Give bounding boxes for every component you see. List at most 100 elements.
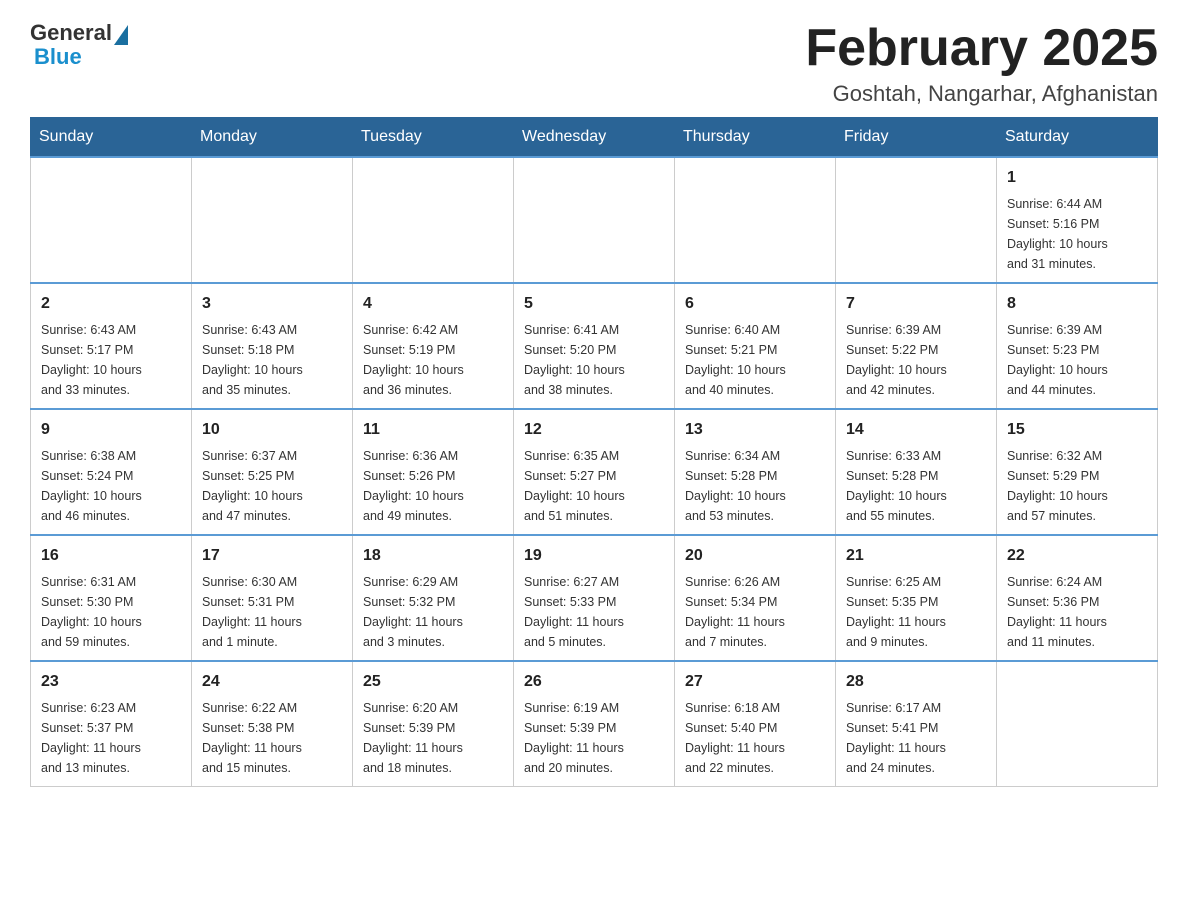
week-row-3: 9 Sunrise: 6:38 AMSunset: 5:24 PMDaylight… bbox=[31, 409, 1158, 535]
day-number: 10 bbox=[202, 418, 342, 442]
calendar-cell: 10 Sunrise: 6:37 AMSunset: 5:25 PMDayligh… bbox=[192, 409, 353, 535]
day-number: 1 bbox=[1007, 166, 1147, 190]
calendar-table: SundayMondayTuesdayWednesdayThursdayFrid… bbox=[30, 117, 1158, 787]
day-info: Sunrise: 6:24 AMSunset: 5:36 PMDaylight:… bbox=[1007, 572, 1147, 652]
calendar-cell: 4Sunrise: 6:42 AMSunset: 5:19 PMDaylight… bbox=[353, 283, 514, 409]
calendar-cell: 20 Sunrise: 6:26 AMSunset: 5:34 PMDayligh… bbox=[675, 535, 836, 661]
logo: General Blue bbox=[30, 20, 128, 70]
calendar-cell: 23 Sunrise: 6:23 AMSunset: 5:37 PMDayligh… bbox=[31, 661, 192, 787]
weekday-header-thursday: Thursday bbox=[675, 118, 836, 158]
day-info: Sunrise: 6:37 AMSunset: 5:25 PMDaylight:… bbox=[202, 446, 342, 526]
calendar-cell bbox=[353, 157, 514, 283]
day-info: Sunrise: 6:34 AMSunset: 5:28 PMDaylight:… bbox=[685, 446, 825, 526]
calendar-cell: 3 Sunrise: 6:43 AMSunset: 5:18 PMDaylight… bbox=[192, 283, 353, 409]
day-number: 13 bbox=[685, 418, 825, 442]
day-info: Sunrise: 6:44 AMSunset: 5:16 PMDaylight:… bbox=[1007, 194, 1147, 274]
calendar-cell: 25Sunrise: 6:20 AMSunset: 5:39 PMDayligh… bbox=[353, 661, 514, 787]
calendar-cell: 12Sunrise: 6:35 AMSunset: 5:27 PMDayligh… bbox=[514, 409, 675, 535]
day-info: Sunrise: 6:43 AMSunset: 5:17 PMDaylight:… bbox=[41, 320, 181, 400]
day-number: 9 bbox=[41, 418, 181, 442]
day-number: 28 bbox=[846, 670, 986, 694]
calendar-cell: 24 Sunrise: 6:22 AMSunset: 5:38 PMDayligh… bbox=[192, 661, 353, 787]
weekday-header-row: SundayMondayTuesdayWednesdayThursdayFrid… bbox=[31, 118, 1158, 158]
week-row-5: 23 Sunrise: 6:23 AMSunset: 5:37 PMDayligh… bbox=[31, 661, 1158, 787]
calendar-cell: 18 Sunrise: 6:29 AMSunset: 5:32 PMDayligh… bbox=[353, 535, 514, 661]
day-info: Sunrise: 6:26 AMSunset: 5:34 PMDaylight:… bbox=[685, 572, 825, 652]
day-info: Sunrise: 6:38 AMSunset: 5:24 PMDaylight:… bbox=[41, 446, 181, 526]
calendar-cell: 14 Sunrise: 6:33 AMSunset: 5:28 PMDayligh… bbox=[836, 409, 997, 535]
day-number: 22 bbox=[1007, 544, 1147, 568]
day-info: Sunrise: 6:20 AMSunset: 5:39 PMDaylight:… bbox=[363, 698, 503, 778]
day-number: 5 bbox=[524, 292, 664, 316]
weekday-header-tuesday: Tuesday bbox=[353, 118, 514, 158]
calendar-cell: 27 Sunrise: 6:18 AMSunset: 5:40 PMDayligh… bbox=[675, 661, 836, 787]
day-number: 6 bbox=[685, 292, 825, 316]
day-info: Sunrise: 6:22 AMSunset: 5:38 PMDaylight:… bbox=[202, 698, 342, 778]
week-row-4: 16 Sunrise: 6:31 AMSunset: 5:30 PMDayligh… bbox=[31, 535, 1158, 661]
calendar-subtitle: Goshtah, Nangarhar, Afghanistan bbox=[805, 81, 1158, 107]
calendar-cell: 11Sunrise: 6:36 AMSunset: 5:26 PMDayligh… bbox=[353, 409, 514, 535]
day-info: Sunrise: 6:31 AMSunset: 5:30 PMDaylight:… bbox=[41, 572, 181, 652]
day-number: 27 bbox=[685, 670, 825, 694]
day-number: 14 bbox=[846, 418, 986, 442]
calendar-cell: 15Sunrise: 6:32 AMSunset: 5:29 PMDayligh… bbox=[997, 409, 1158, 535]
calendar-cell bbox=[836, 157, 997, 283]
day-info: Sunrise: 6:29 AMSunset: 5:32 PMDaylight:… bbox=[363, 572, 503, 652]
weekday-header-friday: Friday bbox=[836, 118, 997, 158]
calendar-cell: 8 Sunrise: 6:39 AMSunset: 5:23 PMDaylight… bbox=[997, 283, 1158, 409]
calendar-cell: 16 Sunrise: 6:31 AMSunset: 5:30 PMDayligh… bbox=[31, 535, 192, 661]
day-number: 8 bbox=[1007, 292, 1147, 316]
weekday-header-monday: Monday bbox=[192, 118, 353, 158]
day-number: 15 bbox=[1007, 418, 1147, 442]
weekday-header-sunday: Sunday bbox=[31, 118, 192, 158]
day-info: Sunrise: 6:41 AMSunset: 5:20 PMDaylight:… bbox=[524, 320, 664, 400]
day-number: 3 bbox=[202, 292, 342, 316]
day-number: 16 bbox=[41, 544, 181, 568]
day-info: Sunrise: 6:25 AMSunset: 5:35 PMDaylight:… bbox=[846, 572, 986, 652]
day-info: Sunrise: 6:39 AMSunset: 5:22 PMDaylight:… bbox=[846, 320, 986, 400]
day-info: Sunrise: 6:23 AMSunset: 5:37 PMDaylight:… bbox=[41, 698, 181, 778]
calendar-cell: 2 Sunrise: 6:43 AMSunset: 5:17 PMDaylight… bbox=[31, 283, 192, 409]
day-info: Sunrise: 6:33 AMSunset: 5:28 PMDaylight:… bbox=[846, 446, 986, 526]
calendar-cell: 26 Sunrise: 6:19 AMSunset: 5:39 PMDayligh… bbox=[514, 661, 675, 787]
day-info: Sunrise: 6:17 AMSunset: 5:41 PMDaylight:… bbox=[846, 698, 986, 778]
day-info: Sunrise: 6:30 AMSunset: 5:31 PMDaylight:… bbox=[202, 572, 342, 652]
day-number: 19 bbox=[524, 544, 664, 568]
day-number: 17 bbox=[202, 544, 342, 568]
day-info: Sunrise: 6:18 AMSunset: 5:40 PMDaylight:… bbox=[685, 698, 825, 778]
calendar-cell: 17 Sunrise: 6:30 AMSunset: 5:31 PMDayligh… bbox=[192, 535, 353, 661]
day-number: 4 bbox=[363, 292, 503, 316]
weekday-header-wednesday: Wednesday bbox=[514, 118, 675, 158]
week-row-1: 1 Sunrise: 6:44 AMSunset: 5:16 PMDaylight… bbox=[31, 157, 1158, 283]
day-info: Sunrise: 6:40 AMSunset: 5:21 PMDaylight:… bbox=[685, 320, 825, 400]
calendar-cell bbox=[675, 157, 836, 283]
day-info: Sunrise: 6:39 AMSunset: 5:23 PMDaylight:… bbox=[1007, 320, 1147, 400]
day-number: 21 bbox=[846, 544, 986, 568]
calendar-cell bbox=[31, 157, 192, 283]
calendar-cell: 6 Sunrise: 6:40 AMSunset: 5:21 PMDaylight… bbox=[675, 283, 836, 409]
day-number: 23 bbox=[41, 670, 181, 694]
calendar-cell: 9 Sunrise: 6:38 AMSunset: 5:24 PMDaylight… bbox=[31, 409, 192, 535]
calendar-cell bbox=[192, 157, 353, 283]
day-number: 18 bbox=[363, 544, 503, 568]
week-row-2: 2 Sunrise: 6:43 AMSunset: 5:17 PMDaylight… bbox=[31, 283, 1158, 409]
day-info: Sunrise: 6:43 AMSunset: 5:18 PMDaylight:… bbox=[202, 320, 342, 400]
calendar-cell: 28 Sunrise: 6:17 AMSunset: 5:41 PMDayligh… bbox=[836, 661, 997, 787]
day-number: 24 bbox=[202, 670, 342, 694]
day-number: 2 bbox=[41, 292, 181, 316]
calendar-cell: 1 Sunrise: 6:44 AMSunset: 5:16 PMDaylight… bbox=[997, 157, 1158, 283]
weekday-header-saturday: Saturday bbox=[997, 118, 1158, 158]
calendar-cell: 7Sunrise: 6:39 AMSunset: 5:22 PMDaylight… bbox=[836, 283, 997, 409]
day-number: 26 bbox=[524, 670, 664, 694]
day-number: 12 bbox=[524, 418, 664, 442]
page-header: General Blue February 2025 Goshtah, Nang… bbox=[30, 20, 1158, 107]
logo-blue-text: Blue bbox=[30, 44, 82, 70]
day-info: Sunrise: 6:19 AMSunset: 5:39 PMDaylight:… bbox=[524, 698, 664, 778]
calendar-cell: 21 Sunrise: 6:25 AMSunset: 5:35 PMDayligh… bbox=[836, 535, 997, 661]
calendar-cell: 5 Sunrise: 6:41 AMSunset: 5:20 PMDaylight… bbox=[514, 283, 675, 409]
logo-arrow-icon bbox=[114, 25, 128, 45]
calendar-cell: 19Sunrise: 6:27 AMSunset: 5:33 PMDayligh… bbox=[514, 535, 675, 661]
day-number: 20 bbox=[685, 544, 825, 568]
day-info: Sunrise: 6:36 AMSunset: 5:26 PMDaylight:… bbox=[363, 446, 503, 526]
calendar-cell: 13 Sunrise: 6:34 AMSunset: 5:28 PMDayligh… bbox=[675, 409, 836, 535]
